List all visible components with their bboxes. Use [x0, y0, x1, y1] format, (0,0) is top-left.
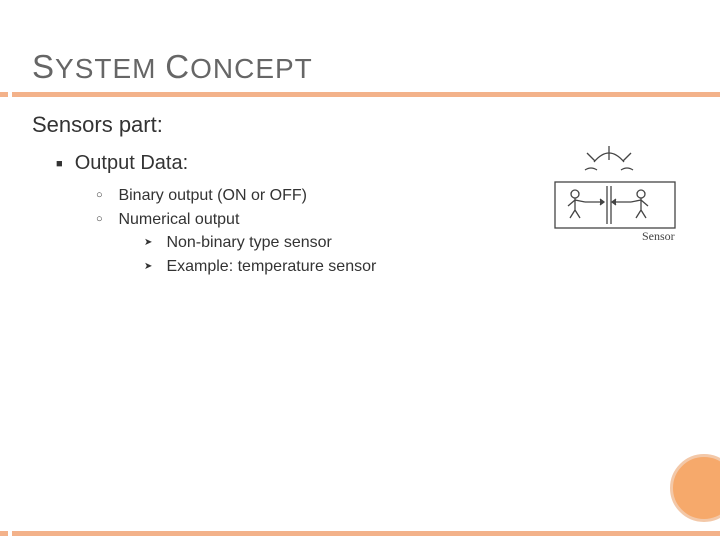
square-bullet-icon: ■: [56, 157, 70, 172]
bottom-divider: [0, 531, 720, 536]
bullet-level3: ➤ Non-binary type sensor: [144, 232, 376, 254]
bullet-level2: ○ Binary output (ON or OFF): [96, 185, 376, 207]
arrow-bullet-icon: ➤: [144, 260, 162, 274]
title-cap-1: S: [32, 48, 55, 85]
decorative-circle-icon: [670, 454, 720, 522]
bullet-level1-text: Output Data:: [75, 152, 188, 174]
bullet-level3-text: Non-binary type sensor: [166, 234, 331, 251]
content-outline: ■ Output Data: ○ Binary output (ON or OF…: [56, 148, 376, 279]
title-cap-2: C: [165, 48, 190, 85]
title-part-2: YSTEM: [55, 53, 165, 84]
bullet-level3-text: Example: temperature sensor: [166, 258, 376, 275]
arrow-bullet-icon: ➤: [144, 236, 162, 250]
bullet-level3: ➤ Example: temperature sensor: [144, 256, 376, 278]
sensor-diagram: Sensor: [537, 140, 692, 250]
subheading: Sensors part:: [32, 112, 163, 138]
bullet-level2-text: Numerical output: [118, 211, 239, 228]
sensor-diagram-caption: Sensor: [642, 229, 675, 243]
bullet-level2-text: Binary output (ON or OFF): [118, 187, 307, 204]
slide-title: SYSTEM CONCEPT: [32, 48, 313, 86]
bullet-level2: ○ Numerical output: [96, 209, 376, 231]
bullet-level1: ■ Output Data:: [56, 150, 376, 177]
circle-bullet-icon: ○: [96, 188, 114, 203]
title-part-4: ONCEPT: [190, 53, 313, 84]
circle-bullet-icon: ○: [96, 212, 114, 227]
slide: SYSTEM CONCEPT Sensors part: ■ Output Da…: [0, 0, 720, 540]
title-divider: [0, 92, 720, 97]
